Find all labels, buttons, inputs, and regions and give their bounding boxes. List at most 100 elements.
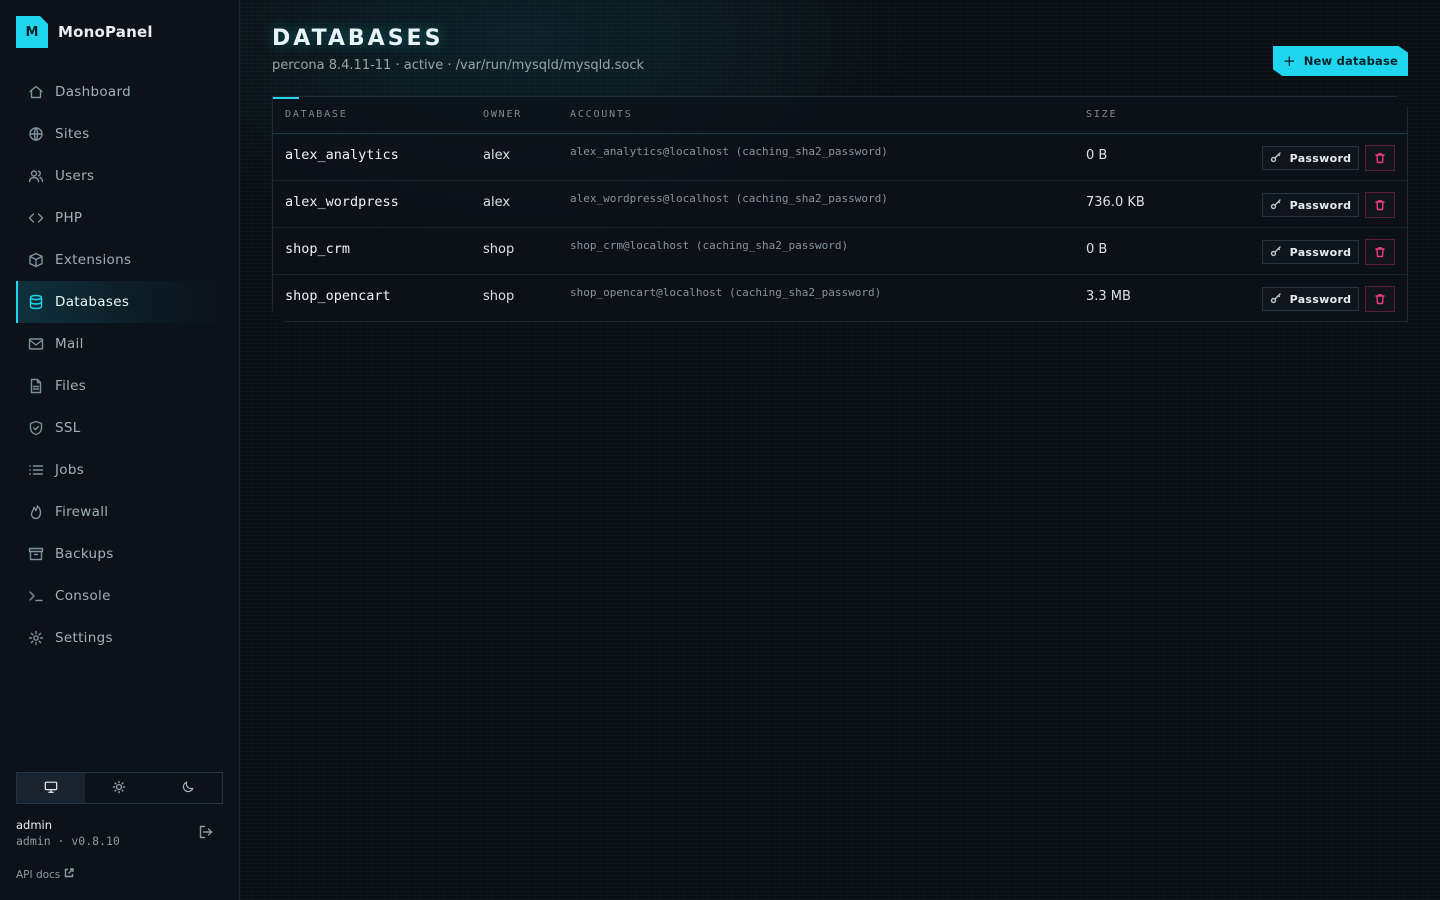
header-size: SIZE [1086,109,1118,120]
sidebar-item-label: Users [55,168,95,184]
database-name: alex_analytics [285,147,399,163]
delete-button[interactable] [1365,145,1395,171]
database-accounts: shop_crm@localhost (caching_sha2_passwor… [570,239,849,252]
gear-icon [28,630,44,646]
sidebar-nav: Dashboard Sites Users PHP Extensions Dat… [16,71,224,659]
sidebar-item-label: PHP [55,210,83,226]
sidebar-item-label: Firewall [55,504,109,520]
password-button[interactable]: Password [1262,146,1359,170]
sidebar-item-label: Settings [55,630,113,646]
sidebar-item-sites[interactable]: Sites [16,113,224,155]
logout-icon [198,825,214,844]
password-button[interactable]: Password [1262,287,1359,311]
sidebar-item-users[interactable]: Users [16,155,224,197]
table-header: DATABASE OWNER ACCOUNTS SIZE [273,97,1407,134]
sidebar-item-label: Sites [55,126,90,142]
sidebar-item-ssl[interactable]: SSL [16,407,224,449]
database-owner: alex [483,148,511,163]
sidebar-item-label: Databases [55,294,130,310]
main-content: DATABASES percona 8.4.11-11 · active · /… [240,0,1440,900]
sidebar-item-php[interactable]: PHP [16,197,224,239]
database-icon [28,294,44,310]
new-database-button[interactable]: + New database [1273,46,1408,76]
delete-button[interactable] [1365,239,1395,265]
sidebar-item-label: Console [55,588,111,604]
sidebar-item-backups[interactable]: Backups [16,533,224,575]
archive-icon [28,546,44,562]
table-row: shop_opencart shop shop_opencart@localho… [273,275,1407,322]
shield-icon [28,420,44,436]
sidebar-item-label: Jobs [55,462,85,478]
home-icon [28,84,44,100]
key-icon [1270,245,1290,260]
users-icon [28,168,44,184]
database-owner: alex [483,195,511,210]
table-row: shop_crm shop shop_crm@localhost (cachin… [273,228,1407,275]
databases-table: DATABASE OWNER ACCOUNTS SIZE alex_analyt… [272,96,1408,322]
sun-icon [112,779,126,798]
page-title: DATABASES [272,26,444,51]
password-button[interactable]: Password [1262,240,1359,264]
sidebar-item-databases[interactable]: Databases [16,281,224,323]
database-size: 3.3 MB [1086,289,1131,304]
list-icon [28,462,44,478]
file-icon [28,378,44,394]
header-database: DATABASE [285,109,348,120]
password-button[interactable]: Password [1262,193,1359,217]
database-name: shop_opencart [285,288,391,304]
theme-system-button[interactable] [17,773,86,803]
logout-button[interactable] [198,824,214,840]
terminal-icon [28,588,44,604]
globe-icon [28,126,44,142]
theme-switcher [16,772,223,804]
package-icon [28,252,44,268]
sidebar-item-label: Dashboard [55,84,131,100]
page-subtitle: percona 8.4.11-11 · active · /var/run/my… [272,58,645,73]
sidebar-item-console[interactable]: Console [16,575,224,617]
key-icon [1270,292,1290,307]
trash-icon [1374,149,1386,168]
key-icon [1270,198,1290,213]
database-accounts: alex_wordpress@localhost (caching_sha2_p… [570,192,888,205]
external-link-icon [60,868,74,881]
password-label: Password [1289,292,1352,306]
sidebar-item-label: Extensions [55,252,132,268]
trash-icon [1374,196,1386,215]
database-size: 0 B [1086,148,1108,163]
plus-icon: + [1282,52,1296,70]
code-icon [28,210,44,226]
theme-dark-button[interactable] [154,773,222,803]
database-name: alex_wordpress [285,194,399,210]
trash-icon [1374,243,1386,262]
brand[interactable]: M MonoPanel [16,16,153,48]
delete-button[interactable] [1365,286,1395,312]
header-accounts: ACCOUNTS [570,109,633,120]
api-docs-label: API docs [16,868,61,881]
sidebar-item-extensions[interactable]: Extensions [16,239,224,281]
sidebar-item-firewall[interactable]: Firewall [16,491,224,533]
mail-icon [28,336,44,352]
database-name: shop_crm [285,241,351,257]
sidebar-item-files[interactable]: Files [16,365,224,407]
table-row: alex_analytics alex alex_analytics@local… [273,134,1407,181]
new-database-label: New database [1303,54,1399,68]
monitor-icon [44,779,58,798]
theme-light-button[interactable] [85,773,153,803]
table-row: alex_wordpress alex alex_wordpress@local… [273,181,1407,228]
moon-icon [181,779,195,798]
header-owner: OWNER [483,109,523,120]
sidebar-item-settings[interactable]: Settings [16,617,224,659]
trash-icon [1374,290,1386,309]
sidebar-item-dashboard[interactable]: Dashboard [16,71,224,113]
user-meta: admin · v0.8.10 [16,834,120,848]
sidebar-item-label: Backups [55,546,114,562]
user-name: admin [16,818,53,832]
sidebar-item-mail[interactable]: Mail [16,323,224,365]
key-icon [1270,151,1290,166]
password-label: Password [1289,151,1352,165]
api-docs-link[interactable]: API docs [16,868,74,881]
delete-button[interactable] [1365,192,1395,218]
database-accounts: shop_opencart@localhost (caching_sha2_pa… [570,286,882,299]
sidebar-item-jobs[interactable]: Jobs [16,449,224,491]
sidebar: M MonoPanel Dashboard Sites Users PHP Ex… [0,0,240,900]
